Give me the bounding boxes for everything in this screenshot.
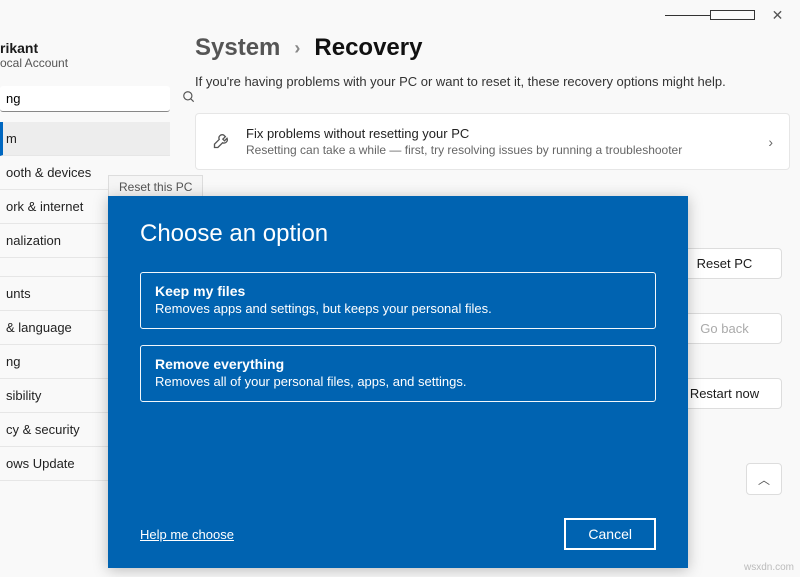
- main-content: System › Recovery If you're having probl…: [195, 34, 790, 170]
- sidebar-item-label: ows Update: [6, 456, 75, 471]
- wrench-icon: [212, 130, 232, 153]
- help-me-choose-link[interactable]: Help me choose: [140, 527, 234, 542]
- close-button[interactable]: ✕: [755, 0, 800, 30]
- cancel-button[interactable]: Cancel: [564, 518, 656, 550]
- search-field[interactable]: [6, 91, 182, 106]
- sidebar-item-label: nalization: [6, 233, 61, 248]
- option-remove-everything[interactable]: Remove everything Removes all of your pe…: [140, 345, 656, 402]
- card-title: Fix problems without resetting your PC: [246, 126, 754, 141]
- chevron-up-icon: ︿: [758, 471, 770, 488]
- sidebar-item-label: & language: [6, 320, 72, 335]
- card-desc: Resetting can take a while — first, try …: [246, 143, 754, 157]
- option-keep-my-files[interactable]: Keep my files Removes apps and settings,…: [140, 272, 656, 329]
- button-label: Reset PC: [697, 256, 753, 271]
- breadcrumb-current: Recovery: [314, 34, 422, 62]
- sidebar-item-label: ooth & devices: [6, 165, 91, 180]
- button-label: Cancel: [588, 526, 632, 542]
- account-block[interactable]: rikant ocal Account: [0, 40, 170, 74]
- minimize-icon: [665, 15, 710, 16]
- search-input[interactable]: [0, 86, 170, 112]
- search-icon: [182, 90, 196, 107]
- option-title: Keep my files: [155, 283, 641, 299]
- breadcrumb: System › Recovery: [195, 34, 790, 62]
- sidebar-item-system[interactable]: m: [0, 122, 170, 156]
- sidebar-item-label: ork & internet: [6, 199, 83, 214]
- troubleshooter-card[interactable]: Fix problems without resetting your PC R…: [195, 113, 790, 170]
- option-desc: Removes all of your personal files, apps…: [155, 374, 641, 389]
- close-icon: ✕: [772, 7, 784, 24]
- expand-toggle[interactable]: ︿: [746, 463, 782, 495]
- reset-pc-dialog: Choose an option Keep my files Removes a…: [108, 196, 688, 568]
- account-type: ocal Account: [0, 56, 162, 70]
- chevron-right-icon: ›: [294, 38, 300, 59]
- window-controls: ✕: [665, 0, 800, 30]
- card-text: Fix problems without resetting your PC R…: [246, 126, 754, 157]
- sidebar-item-label: cy & security: [6, 422, 80, 437]
- maximize-button[interactable]: [710, 0, 755, 30]
- watermark: wsxdn.com: [744, 562, 794, 573]
- sidebar-item-label: ng: [6, 354, 20, 369]
- sidebar-item-label: sibility: [6, 388, 41, 403]
- dialog-title: Choose an option: [140, 220, 656, 248]
- button-label: Go back: [700, 321, 748, 336]
- maximize-icon: [710, 10, 755, 20]
- button-label: Restart now: [690, 386, 759, 401]
- sidebar-item-label: unts: [6, 286, 31, 301]
- breadcrumb-parent[interactable]: System: [195, 34, 280, 62]
- sidebar-item-label: m: [6, 131, 17, 146]
- chevron-right-icon: ›: [768, 134, 773, 150]
- option-title: Remove everything: [155, 356, 641, 372]
- page-subtitle: If you're having problems with your PC o…: [195, 74, 790, 89]
- option-desc: Removes apps and settings, but keeps you…: [155, 301, 641, 316]
- dialog-footer: Help me choose Cancel: [140, 518, 656, 550]
- minimize-button[interactable]: [665, 0, 710, 30]
- account-name: rikant: [0, 40, 162, 56]
- modal-tab: Reset this PC: [108, 175, 203, 198]
